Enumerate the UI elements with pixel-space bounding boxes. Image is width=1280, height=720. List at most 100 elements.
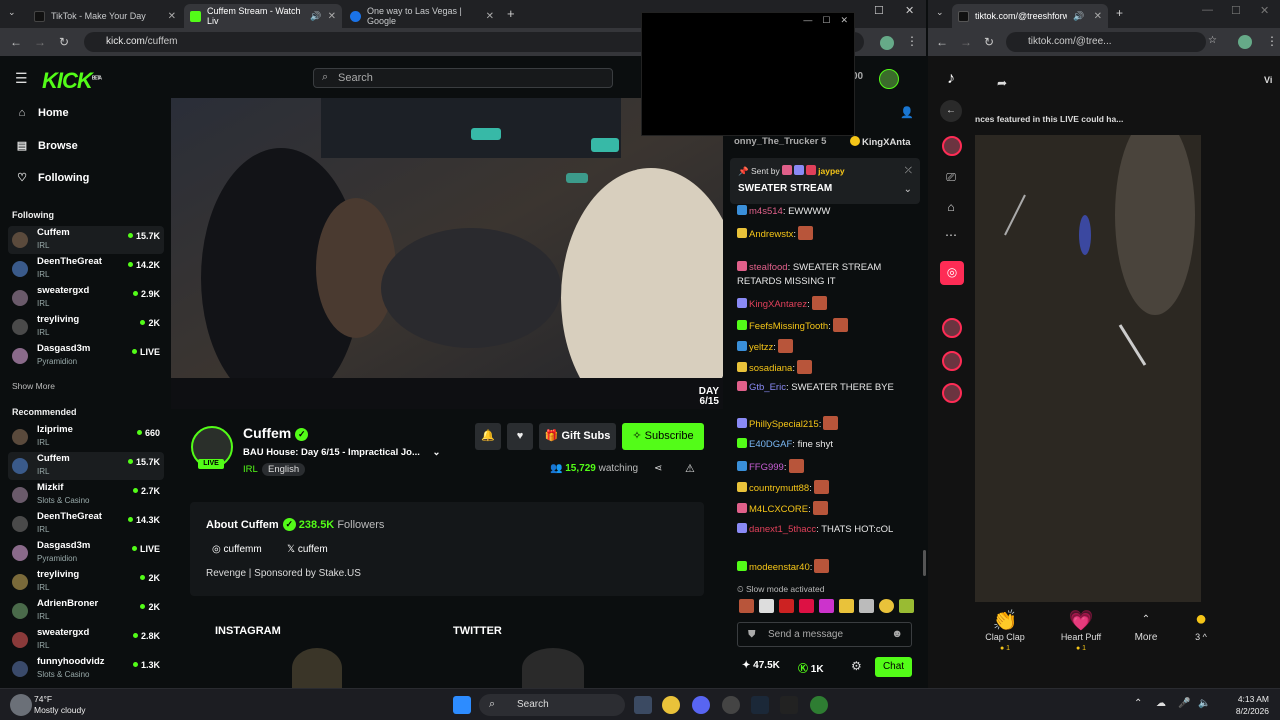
maximize-icon[interactable]: ☐	[822, 15, 830, 26]
tab-kick[interactable]: Cuffem Stream - Watch Liv 🔊 ✕	[184, 4, 342, 28]
back-icon[interactable]: ←	[4, 35, 28, 49]
tab-search-icon[interactable]: ⌄	[8, 7, 16, 18]
close-icon[interactable]: ✕	[486, 11, 494, 22]
menu-icon[interactable]: ⋮	[906, 34, 918, 48]
new-tab-button[interactable]: +	[1116, 6, 1123, 20]
sidebar-channel-item[interactable]: Mizkif Slots & Casino 2.7K	[8, 481, 164, 509]
chat-username[interactable]: KingXAntarez	[749, 299, 807, 310]
settings-gear-icon[interactable]: ⚙	[851, 659, 862, 673]
epic-games-icon[interactable]	[780, 696, 798, 714]
forward-icon[interactable]: →	[28, 35, 52, 49]
volume-icon[interactable]: 🔈	[1198, 698, 1210, 709]
chevron-down-icon[interactable]: ⌄	[433, 447, 441, 458]
notification-bell-button[interactable]: 🔔	[475, 423, 501, 450]
gift-heart-puff[interactable]: 💗 Heart Puff ● 1	[1051, 608, 1111, 652]
tiktok-logo-icon[interactable]: ♪	[940, 68, 962, 90]
emote-icon[interactable]	[899, 599, 914, 613]
report-icon[interactable]: ⚠	[685, 462, 695, 475]
points-stat[interactable]: ✦ 47.5K	[742, 660, 780, 671]
sidebar-channel-item[interactable]: treyliving IRL 2K	[8, 568, 164, 596]
close-window-icon[interactable]: ✕	[905, 4, 914, 17]
chat-username[interactable]: sosadiana	[749, 363, 792, 374]
follow-button[interactable]: ♥	[507, 423, 533, 450]
sidebar-channel-item[interactable]: DeenTheGreat IRL 14.3K	[8, 510, 164, 538]
tab-tiktok[interactable]: TikTok - Make Your Day ✕	[28, 4, 182, 28]
more-gifts-button[interactable]: ⌃ More	[1116, 608, 1176, 643]
chat-username[interactable]: countrymutt88	[749, 483, 809, 494]
sidebar-channel-item[interactable]: funnyhoodvidz Slots & Casino 1.3K	[8, 655, 164, 683]
forward-icon[interactable]: →	[960, 35, 972, 49]
emote-icon[interactable]	[839, 599, 854, 613]
close-window-icon[interactable]: ✕	[1260, 4, 1269, 17]
chat-username[interactable]: Gtb_Eric	[749, 382, 786, 393]
menu-icon[interactable]: ⋮	[1266, 34, 1278, 48]
close-icon[interactable]: ✕	[840, 15, 848, 26]
microphone-icon[interactable]: 🎤	[1178, 698, 1190, 709]
video-player[interactable]: DAY 6/15	[171, 98, 723, 409]
sidebar-channel-item[interactable]: Dasgasd3m Pyramidion LIVE	[8, 539, 164, 567]
instagram-link[interactable]: ◎ cuffemm	[212, 544, 262, 555]
tab-tiktok-live[interactable]: tiktok.com/@treeshforwhat 🔊 ✕	[952, 4, 1108, 28]
sidebar-channel-item[interactable]: sweatergxd IRL 2.9K	[8, 284, 164, 312]
live-avatar[interactable]	[942, 318, 962, 338]
sidebar-channel-item[interactable]: Cuffem IRL 15.7K	[8, 452, 164, 480]
category-link[interactable]: IRL	[243, 464, 258, 475]
windows-start-icon[interactable]	[453, 696, 471, 714]
app-icon[interactable]	[722, 696, 740, 714]
share-arrow-icon[interactable]: ➦	[997, 76, 1007, 90]
nav-browse[interactable]: ▤ Browse	[16, 139, 78, 153]
coin-balance[interactable]: ● 3 ^	[1181, 608, 1221, 642]
clock-date[interactable]: 8/2/2026	[1221, 706, 1269, 716]
reload-icon[interactable]: ↻	[52, 35, 76, 49]
chat-username[interactable]: danext1_5thacc	[749, 524, 816, 535]
url-field[interactable]: tiktok.com/@tree...	[1006, 32, 1206, 52]
sidebar-channel-item[interactable]: AdrienBroner IRL 2K	[8, 597, 164, 625]
emote-icon[interactable]	[879, 599, 894, 613]
gift-clap-clap[interactable]: 👏 Clap Clap ● 1	[975, 608, 1035, 652]
home-icon[interactable]: ⌂	[940, 196, 962, 218]
chat-username[interactable]: m4s514	[749, 206, 783, 217]
profile-avatar[interactable]	[880, 36, 894, 50]
emote-icon[interactable]	[779, 599, 794, 613]
tab-search-icon[interactable]: ⌄	[936, 7, 944, 18]
chat-send-button[interactable]: Chat	[875, 657, 912, 677]
back-icon[interactable]: ←	[936, 35, 948, 49]
chat-username[interactable]: yeltzz	[749, 342, 773, 353]
task-view-icon[interactable]	[634, 696, 652, 714]
close-icon[interactable]: ✕	[328, 11, 336, 22]
chrome-active-icon[interactable]	[810, 696, 828, 714]
gift-subs-button[interactable]: 🎁 Gift Subs	[539, 423, 616, 450]
chat-username[interactable]: stealfood	[749, 262, 788, 273]
sidebar-channel-item[interactable]: Iziprime IRL 660	[8, 423, 164, 451]
live-avatar[interactable]	[942, 383, 962, 403]
chat-username[interactable]: PhillySpecial215	[749, 419, 819, 430]
nav-home[interactable]: ⌂ Home	[16, 107, 69, 119]
twitter-link[interactable]: 𝕏 cuffem	[287, 544, 328, 555]
discord-icon[interactable]	[692, 696, 710, 714]
sidebar-channel-item[interactable]: DeenTheGreat IRL 14.2K	[8, 255, 164, 283]
chat-username[interactable]: FeefsMissingTooth	[749, 321, 828, 332]
live-avatar[interactable]	[942, 351, 962, 371]
weather-desc[interactable]: Mostly cloudy	[34, 705, 86, 715]
chevron-down-icon[interactable]: ⌄	[904, 184, 912, 195]
back-arrow-icon[interactable]: ←	[940, 100, 962, 122]
pinned-message[interactable]: 📌 Sent by jaypey SWEATER STREAM ⤫ ⌄	[730, 158, 920, 204]
nav-following[interactable]: ♡ Following	[16, 171, 89, 185]
star-icon[interactable]: ☆	[1208, 35, 1217, 46]
speaker-icon[interactable]: 🔊	[310, 11, 321, 22]
chat-users-icon[interactable]: 👤	[900, 106, 914, 119]
chat-scrollbar[interactable]	[923, 550, 926, 576]
sidebar-channel-item[interactable]: Dasgasd3m Pyramidion LIVE	[8, 342, 164, 370]
emote-icon[interactable]	[759, 599, 774, 613]
kick-logo[interactable]: KICKBETA	[42, 68, 102, 94]
sidebar-channel-item[interactable]: Cuffem IRL 15.7K	[8, 226, 164, 254]
chat-username[interactable]: FFG999	[749, 462, 784, 473]
search-input[interactable]: ⌕ Search	[313, 68, 613, 88]
tiktok-live-video[interactable]	[975, 135, 1201, 602]
profile-avatar[interactable]	[1238, 35, 1252, 49]
show-more-link[interactable]: Show More	[12, 381, 55, 391]
unpin-icon[interactable]: ⤫	[905, 165, 912, 176]
subscribe-button[interactable]: ✧ Subscribe	[622, 423, 704, 450]
emote-icon[interactable]	[739, 599, 754, 613]
streamer-name[interactable]: Cuffem ✓	[243, 425, 309, 441]
